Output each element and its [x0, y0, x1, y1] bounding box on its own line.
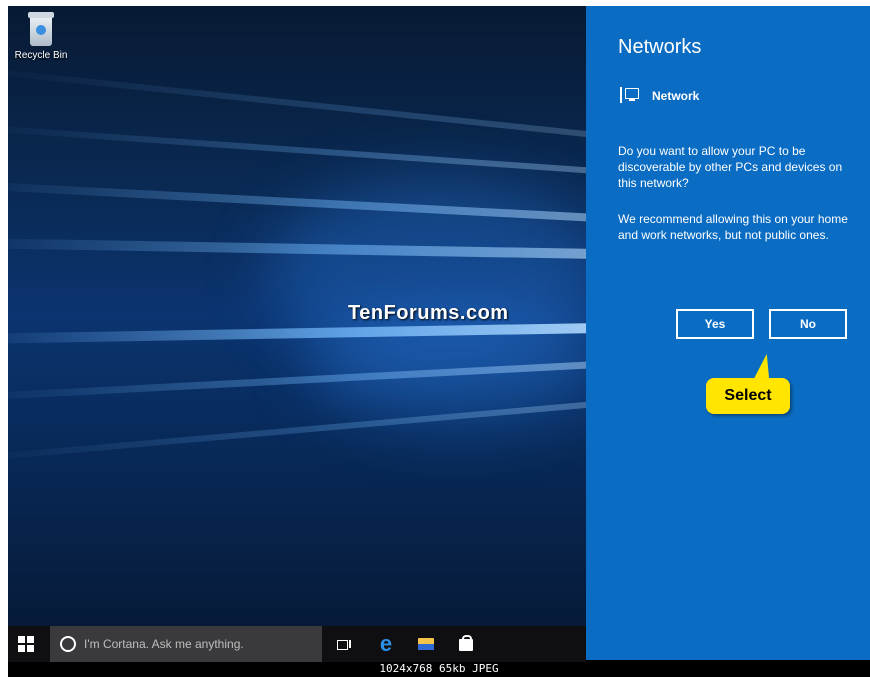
cortana-search-text: I'm Cortana. Ask me anything.	[84, 637, 244, 651]
network-name: Network	[652, 89, 700, 103]
recycle-bin-label: Recycle Bin	[14, 50, 68, 61]
discoverable-question: Do you want to allow your PC to be disco…	[618, 144, 843, 190]
desktop: Recycle Bin TenForums.com	[8, 6, 586, 626]
image-caption: 1024x768 65kb JPEG	[379, 662, 499, 675]
edge-icon[interactable]: e	[376, 633, 396, 655]
no-button[interactable]: No	[769, 309, 847, 339]
file-explorer-icon[interactable]	[416, 634, 436, 654]
windows-start-icon[interactable]	[18, 636, 34, 652]
wallpaper-beam	[8, 66, 586, 139]
select-callout: Select	[706, 378, 790, 414]
taskbar: I'm Cortana. Ask me anything. e	[8, 626, 586, 662]
wallpaper-beam	[8, 124, 586, 175]
panel-title: Networks	[618, 36, 702, 58]
screenshot-frame: Recycle Bin TenForums.com I'm Cortana. A…	[8, 6, 870, 677]
recycle-bin-shortcut[interactable]: Recycle Bin	[12, 12, 70, 61]
cortana-search-box[interactable]: I'm Cortana. Ask me anything.	[50, 626, 322, 662]
recommendation-text: We recommend allowing this on your home …	[618, 212, 848, 242]
networks-panel: Networks Network Do you want to allow yo…	[586, 6, 870, 660]
callout-pointer	[753, 354, 775, 380]
watermark: TenForums.com	[348, 302, 509, 324]
task-view-icon[interactable]	[334, 634, 354, 654]
yes-button[interactable]: Yes	[676, 309, 754, 339]
store-icon[interactable]	[456, 634, 476, 654]
cortana-circle-icon	[60, 636, 76, 652]
recycle-bin-icon	[26, 12, 56, 48]
wallpaper-beam	[8, 400, 586, 462]
network-icon	[620, 87, 639, 103]
